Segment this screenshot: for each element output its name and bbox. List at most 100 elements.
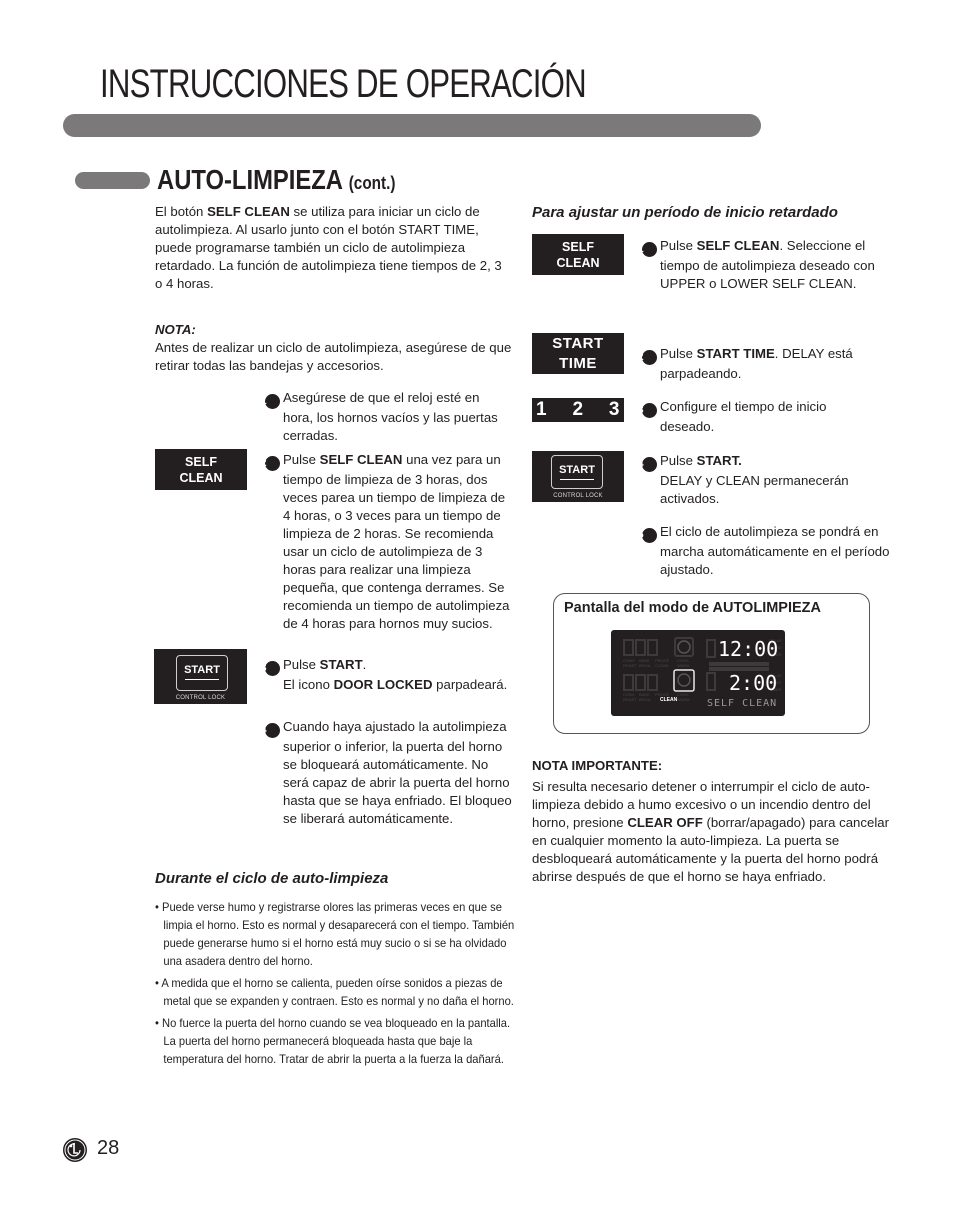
step-number-icon: 1 — [637, 242, 657, 257]
key-label: CLEAN — [556, 255, 600, 270]
bullet-text: A medida que el horno se calienta, puede… — [161, 976, 514, 1008]
delay-step-4: 4 Pulse START. DELAY y CLEAN permanecerán… — [637, 452, 892, 508]
delay-step-1: 1 Pulse SELF CLEAN. Seleccione el tiempo … — [637, 237, 892, 293]
svg-text:WARM: WARM — [677, 663, 690, 668]
self-clean-key: SELF CLEAN — [532, 234, 624, 275]
step-bold: START — [319, 657, 363, 672]
step-text: Pulse — [660, 346, 697, 361]
important-text: Si resulta necesario detener o interrump… — [532, 778, 894, 886]
step-text: El icono — [283, 677, 334, 692]
step-4: 4 Cuando haya ajustado la autolimpieza su… — [260, 718, 513, 828]
lcd-graphic: CONV BAKE PROOF COOK ROAST BROIL CLEAN WARM CO… — [623, 637, 782, 709]
step-text: Configure el tiempo de inicio deseado. — [660, 399, 827, 434]
bullet-text: No fuerce la puerta del horno cuando se … — [162, 1016, 511, 1066]
delay-step-5: 5 El ciclo de autolimpieza se pondrá en m… — [637, 523, 892, 579]
step-number-icon: 5 — [637, 528, 657, 543]
step-text: parpadeará. — [432, 677, 508, 692]
step-text: El ciclo de autolimpieza se pondrá en ma… — [660, 524, 890, 577]
step-number-icon: 2 — [260, 456, 280, 471]
step-number-icon: 1 — [260, 394, 280, 409]
svg-text:ROAST: ROAST — [623, 697, 637, 702]
bullet-icon: • — [155, 900, 159, 914]
clean-indicator: CLEAN — [660, 697, 678, 703]
svg-text:BROIL: BROIL — [639, 697, 652, 702]
self-clean-key: SELF CLEAN — [155, 449, 247, 490]
nota-text: Antes de realizar un ciclo de autolimpie… — [155, 340, 512, 373]
svg-text:CLEAN: CLEAN — [655, 663, 668, 668]
lcd-display: CONV BAKE PROOF COOK ROAST BROIL CLEAN WARM CO… — [611, 630, 785, 716]
key-label: TIME — [559, 354, 597, 372]
important-label: NOTA IMPORTANTE: — [532, 758, 663, 773]
bullet-item: • Puede verse humo y registrarse olores … — [155, 898, 515, 970]
nota-block: NOTA: Antes de realizar un ciclo de auto… — [155, 321, 515, 375]
section-marker — [75, 172, 150, 189]
step-text: . — [362, 657, 367, 672]
svg-text:ROAST: ROAST — [623, 663, 637, 668]
step-number-icon: 3 — [637, 403, 657, 418]
svg-text:WARM: WARM — [677, 697, 690, 702]
key-label: CLEAN — [179, 470, 223, 485]
step-bold: START TIME — [696, 346, 775, 361]
bullet-icon: • — [155, 976, 159, 990]
bullet-item: • A medida que el horno se calienta, pue… — [155, 974, 515, 1010]
intro-text: El botón — [155, 204, 208, 219]
key-label: START — [552, 334, 604, 352]
page-number: 28 — [97, 1137, 120, 1159]
during-bullets: • Puede verse humo y registrarse olores … — [155, 898, 542, 1068]
key-label: START — [559, 464, 595, 476]
intro-bold: SELF CLEAN — [207, 204, 290, 219]
step-bold: START. — [696, 453, 742, 468]
step-3: 3 Pulse START. El icono DOOR LOCKED parpa… — [260, 656, 510, 694]
delay-step-2: 2 Pulse START TIME. DELAY está parpadeand… — [637, 345, 892, 383]
bullet-item: • No fuerce la puerta del horno cuando s… — [155, 1014, 515, 1068]
step-bold: SELF CLEAN — [319, 452, 403, 467]
upper-clock: 12:00 — [718, 637, 778, 661]
step-bold: SELF CLEAN — [696, 238, 780, 253]
bullet-text: Puede verse humo y registrarse olores la… — [162, 900, 515, 968]
control-lock-label: CONTROL LOCK — [553, 493, 603, 499]
delay-step-3: 3 Configure el tiempo de inicio deseado. — [637, 398, 852, 436]
start-key-frame: START — [176, 655, 228, 691]
step-text: Pulse — [660, 238, 697, 253]
start-key: START CONTROL LOCK — [154, 649, 247, 704]
oven-lock-icon — [673, 669, 695, 692]
section-title: AUTO-LIMPIEZA (cont.) — [157, 164, 395, 196]
step-text: Pulse — [283, 657, 320, 672]
key-label: SELF — [562, 239, 594, 254]
step-text: Cuando haya ajustado la autolimpieza sup… — [283, 719, 512, 826]
page-title: INSTRUCCIONES DE OPERACIÓN — [100, 62, 587, 106]
number-key: 1 — [536, 399, 548, 420]
lower-clock: 2:00 — [729, 671, 777, 695]
key-label: START — [184, 664, 220, 676]
number-key: 3 — [608, 399, 620, 420]
lg-logo-icon — [63, 1138, 87, 1162]
step-number-icon: 4 — [260, 723, 280, 738]
step-text: DELAY y CLEAN permanecerán activados. — [660, 473, 849, 506]
start-key: START CONTROL LOCK — [532, 451, 624, 502]
step-2: 2 Pulse SELF CLEAN una vez para un tiempo… — [260, 451, 513, 633]
number-keys: 1 2 3 — [532, 398, 624, 422]
during-heading: Durante el ciclo de auto-limpieza — [155, 870, 389, 887]
key-label: SELF — [185, 454, 217, 469]
step-1: 1 Asegúrese de que el reloj esté en hora,… — [260, 389, 510, 445]
display-caption: Pantalla del modo de AUTOLIMPIEZA — [564, 600, 821, 616]
svg-text:BROIL: BROIL — [639, 663, 652, 668]
step-number-icon: 3 — [260, 661, 280, 676]
step-number-icon: 4 — [637, 457, 657, 472]
bullet-icon: • — [155, 1016, 159, 1030]
nota-label: NOTA: — [155, 322, 196, 337]
delay-heading: Para ajustar un período de inicio retard… — [532, 204, 838, 221]
important-note: NOTA IMPORTANTE: Si resulta necesario de… — [532, 757, 894, 886]
step-text: una vez para un tiempo de limpieza de 3 … — [283, 452, 510, 631]
step-number-icon: 2 — [637, 350, 657, 365]
lg-logo-glyph — [64, 1139, 86, 1161]
step-text: Pulse — [283, 452, 320, 467]
number-key: 2 — [572, 399, 584, 420]
intro-paragraph: El botón SELF CLEAN se utiliza para inic… — [155, 203, 505, 293]
step-bold: DOOR LOCKED — [333, 677, 433, 692]
important-bold: CLEAR OFF — [627, 815, 703, 830]
step-text: Pulse — [660, 453, 697, 468]
start-time-key: START TIME — [532, 333, 624, 374]
control-lock-label: CONTROL LOCK — [175, 695, 226, 701]
self-clean-message: SELF CLEAN — [707, 698, 777, 709]
